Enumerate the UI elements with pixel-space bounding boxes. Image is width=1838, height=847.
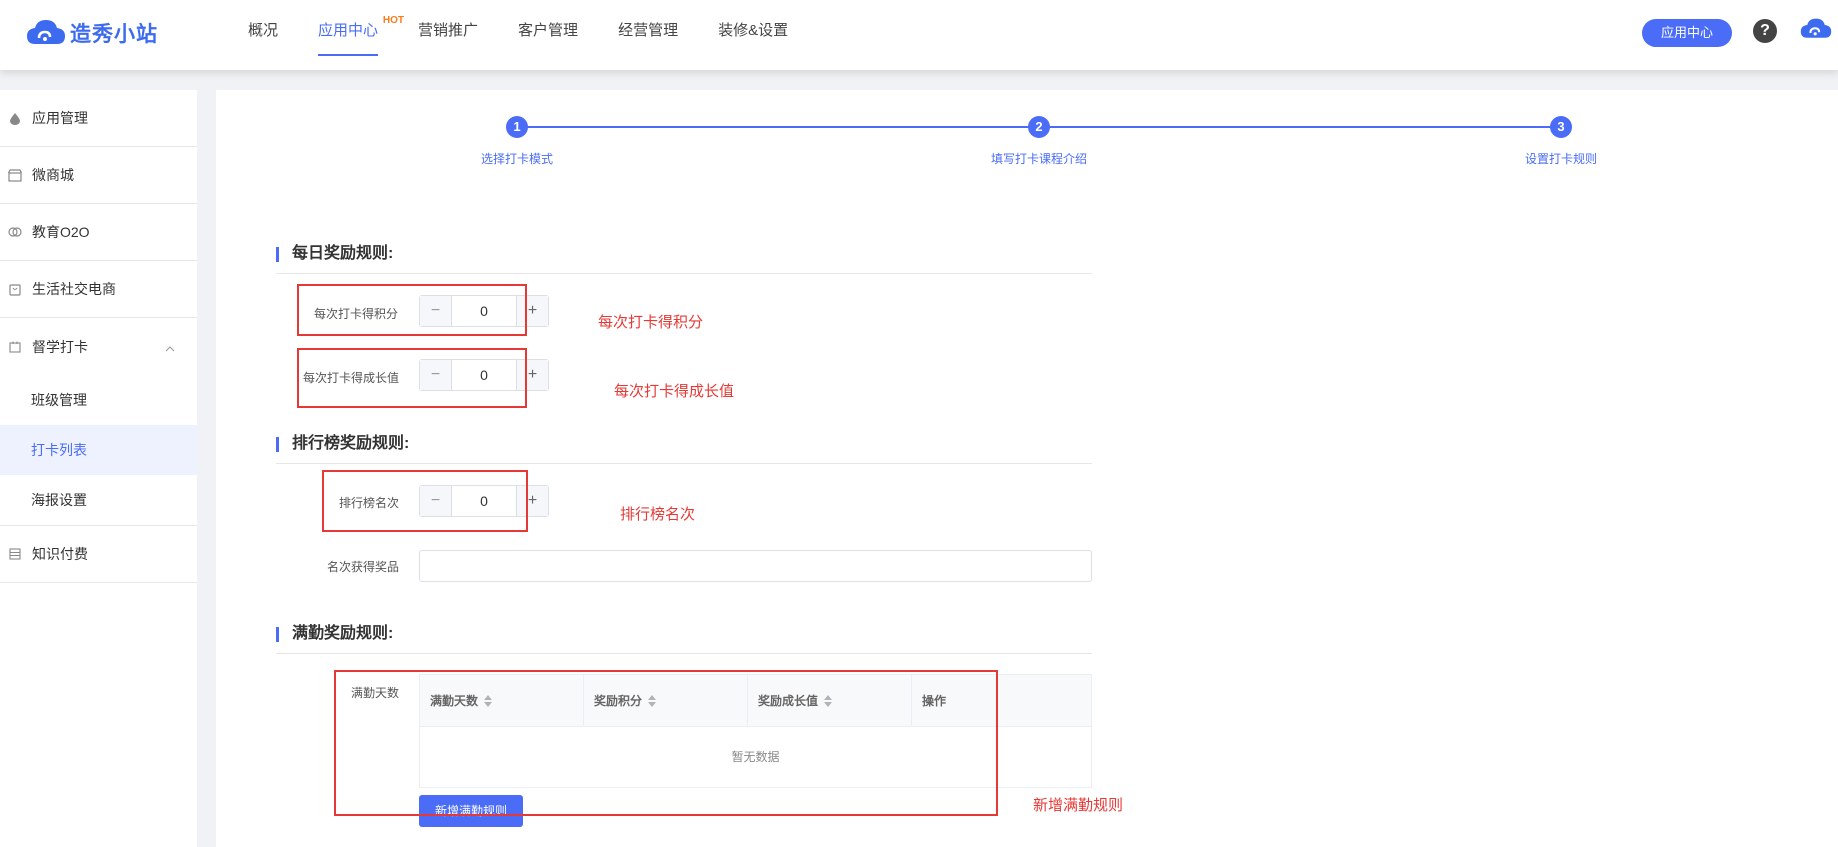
rank-highlight-box (322, 470, 528, 532)
rank-prize-label: 名次获得奖品 (327, 560, 400, 574)
main-nav: 概况 应用中心 HOT 营销推广 客户管理 经营管理 装修&设置 (248, 0, 828, 70)
step-2-indicator: 2 (1028, 116, 1050, 138)
logo-text: 造秀小站 (70, 23, 158, 46)
step-1-label: 选择打卡模式 (480, 152, 554, 166)
step-progress: 1 2 3 选择打卡模式 填写打卡课程介绍 设置打卡规则 (216, 90, 1838, 180)
bag-icon (8, 282, 22, 296)
nav-decoration-settings[interactable]: 装修&设置 (718, 0, 788, 70)
sidebar-item-study-check-in[interactable]: 督学打卡 (0, 318, 197, 375)
sidebar-subitem-class-management[interactable]: 班级管理 (0, 375, 197, 425)
sidebar-item-education-o2o[interactable]: 教育O2O (0, 204, 197, 261)
sidebar-group-check-in: 督学打卡 班级管理 打卡列表 海报设置 (0, 318, 197, 526)
add-rule-annotation: 新增满勤规则 (1033, 797, 1124, 814)
sidebar-item-micro-mall[interactable]: 微商城 (0, 147, 197, 204)
education-icon (8, 225, 22, 239)
rank-prize-input[interactable] (419, 550, 1092, 582)
daily-rewards-section-title: 每日奖励规则: (276, 244, 1092, 274)
step-1-indicator: 1 (506, 116, 528, 138)
store-icon (8, 168, 22, 182)
help-icon[interactable]: ? (1753, 19, 1777, 43)
growth-highlight-box (297, 348, 527, 408)
sidebar-item-paid-knowledge[interactable]: 知识付费 (0, 526, 197, 583)
attendance-highlight-box (334, 670, 998, 816)
nav-overview[interactable]: 概况 (248, 0, 278, 70)
step-3-indicator: 3 (1550, 116, 1572, 138)
logo[interactable]: 造秀小站 (26, 18, 158, 48)
chevron-up-icon[interactable] (165, 339, 175, 355)
points-highlight-box (297, 284, 527, 336)
rank-annotation: 排行榜名次 (620, 506, 696, 523)
ranking-rewards-section-title: 排行榜奖励规则: (276, 434, 1092, 464)
cloud-logo-icon (27, 20, 65, 44)
nav-operations[interactable]: 经营管理 (618, 0, 678, 70)
nav-marketing[interactable]: 营销推广 (418, 0, 478, 70)
account-cloud-icon[interactable] (1800, 16, 1832, 42)
nav-app-center[interactable]: 应用中心 HOT (318, 0, 404, 70)
hot-badge: HOT (382, 15, 405, 26)
sidebar-subitem-check-in-list[interactable]: 打卡列表 (0, 425, 197, 475)
calendar-icon (8, 340, 22, 354)
attendance-rewards-section-title: 满勤奖励规则: (276, 624, 1092, 654)
nav-customers[interactable]: 客户管理 (518, 0, 578, 70)
growth-annotation: 每次打卡得成长值 (614, 383, 735, 400)
sidebar-item-app-management[interactable]: 应用管理 (0, 90, 197, 147)
top-navigation-bar: 造秀小站 概况 应用中心 HOT 营销推广 客户管理 经营管理 装修&设置 应用… (0, 0, 1838, 70)
sidebar: 应用管理 微商城 教育O2O 生活社交电商 督学打卡 班级管理 打卡列表 海报设… (0, 90, 197, 847)
list-icon (8, 547, 22, 561)
points-annotation: 每次打卡得积分 (598, 314, 704, 331)
main-content: 1 2 3 选择打卡模式 填写打卡课程介绍 设置打卡规则 每日奖励规则: 每次打… (216, 90, 1838, 847)
step-3-label: 设置打卡规则 (1524, 152, 1598, 166)
drop-icon (8, 111, 22, 125)
step-2-label: 填写打卡课程介绍 (990, 152, 1088, 166)
app-center-button[interactable]: 应用中心 (1642, 19, 1732, 47)
sidebar-subitem-poster-settings[interactable]: 海报设置 (0, 475, 197, 525)
sidebar-item-social-ecommerce[interactable]: 生活社交电商 (0, 261, 197, 318)
